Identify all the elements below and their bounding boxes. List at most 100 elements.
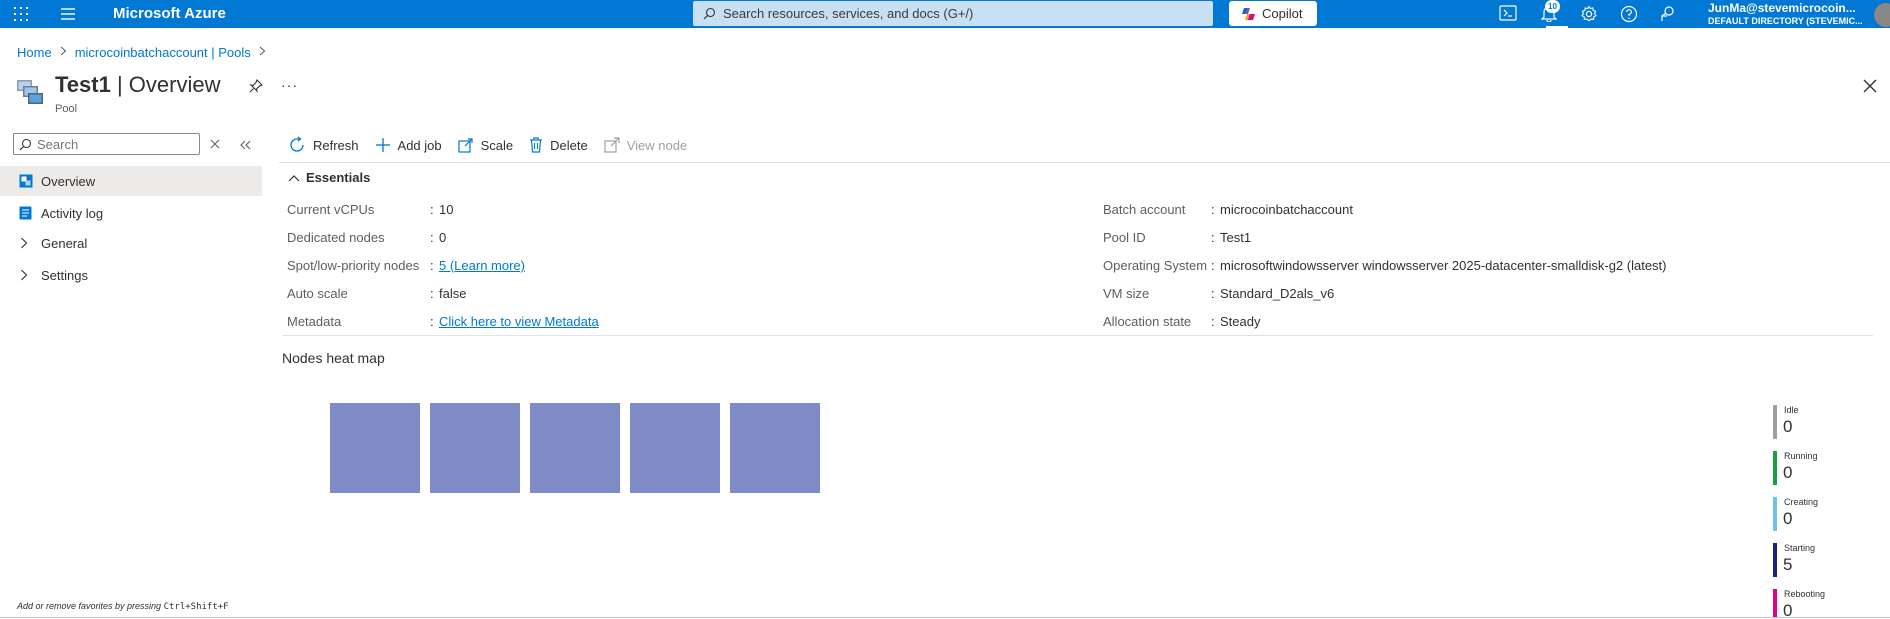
cloud-shell-icon[interactable] <box>1499 5 1519 23</box>
legend-starting: Starting 5 <box>1773 543 1863 579</box>
field-value: microcoinbatchaccount <box>1220 202 1353 217</box>
app-launcher-icon[interactable] <box>13 6 29 22</box>
clear-search-icon[interactable] <box>210 139 220 149</box>
field-value: microsoftwindowsserver windowsserver 202… <box>1220 258 1667 273</box>
more-options-icon[interactable]: ··· <box>281 77 298 93</box>
notifications-active-indicator <box>1546 26 1568 28</box>
sidebar-item-label: General <box>41 236 88 251</box>
legend-label: Idle <box>1784 405 1799 415</box>
user-directory: DEFAULT DIRECTORY (STEVEMIC... <box>1708 16 1863 26</box>
pin-icon[interactable] <box>249 79 263 93</box>
chevron-right-icon <box>21 269 28 281</box>
avatar[interactable] <box>1874 3 1890 27</box>
help-icon[interactable] <box>1620 5 1640 23</box>
delete-button[interactable]: Delete <box>529 137 588 153</box>
view-node-label: View node <box>626 137 688 153</box>
favorites-hint: Add or remove favorites by pressing Ctrl… <box>17 601 229 612</box>
sidebar-search-input[interactable] <box>37 136 195 152</box>
copilot-label: Copilot <box>1262 6 1303 21</box>
field-colon: : <box>430 286 434 301</box>
sidebar-item-general[interactable]: General <box>0 228 262 258</box>
add-job-label: Add job <box>397 137 442 153</box>
field-value: 10 <box>439 202 454 217</box>
scale-icon <box>458 138 473 153</box>
legend-count: 5 <box>1783 555 1793 574</box>
delete-trash-icon <box>530 137 543 153</box>
view-node-button[interactable]: View node <box>604 137 687 153</box>
legend-color-bar <box>1773 543 1777 577</box>
field-label: Batch account <box>1103 202 1186 217</box>
command-bar: Refresh Add job Scale Delete View node <box>288 134 703 156</box>
menu-icon[interactable] <box>60 7 76 21</box>
legend-creating: Creating 0 <box>1773 497 1863 533</box>
field-label: Current vCPUs <box>287 202 375 217</box>
essentials-heading: Essentials <box>306 170 371 185</box>
field-label: Metadata <box>287 314 342 329</box>
feedback-icon[interactable] <box>1659 5 1679 23</box>
heatmap-node-tile[interactable] <box>530 403 620 493</box>
field-colon: : <box>430 258 434 273</box>
external-link-icon <box>604 137 620 153</box>
top-bar: Microsoft Azure Search resources, servic… <box>0 0 1890 28</box>
heatmap-node-tile[interactable] <box>430 403 520 493</box>
field-label: Dedicated nodes <box>287 230 385 245</box>
breadcrumb-pools-link[interactable]: microcoinbatchaccount | Pools <box>75 45 251 60</box>
field-label: Allocation state <box>1103 314 1192 329</box>
refresh-icon <box>290 136 304 152</box>
legend-label: Starting <box>1784 543 1816 553</box>
chevron-up-icon <box>288 174 300 181</box>
scale-button[interactable]: Scale <box>458 137 514 153</box>
heatmap-node-tile[interactable] <box>630 403 720 493</box>
resource-type-subtitle: Pool <box>55 103 78 115</box>
bottom-divider <box>0 617 1890 618</box>
global-search-placeholder: Search resources, services, and docs (G+… <box>723 6 974 21</box>
legend-color-bar <box>1773 589 1777 617</box>
refresh-button[interactable]: Refresh <box>288 136 359 154</box>
search-icon <box>703 7 716 20</box>
field-label: Spot/low-priority nodes <box>287 258 420 273</box>
user-name: JunMa@stevemicrocoin... <box>1708 1 1856 15</box>
batch-pool-icon <box>17 80 43 104</box>
heatmap-title: Nodes heat map <box>282 350 385 366</box>
field-value: Test1 <box>1220 230 1252 245</box>
chevron-right-icon <box>60 46 67 59</box>
field-value: Steady <box>1220 314 1261 329</box>
chevron-right-icon <box>259 46 266 59</box>
copilot-button[interactable]: Copilot <box>1229 1 1317 26</box>
legend-rebooting: Rebooting 0 <box>1773 589 1863 617</box>
legend-color-bar <box>1773 405 1777 439</box>
sidebar-item-settings[interactable]: Settings <box>0 260 262 290</box>
field-colon: : <box>1211 286 1215 301</box>
global-search-input[interactable]: Search resources, services, and docs (G+… <box>693 1 1213 26</box>
field-label: Auto scale <box>287 286 348 301</box>
field-colon: : <box>430 230 434 245</box>
heatmap-node-tile[interactable] <box>330 403 420 493</box>
sidebar-search-field[interactable] <box>13 133 200 155</box>
legend-running: Running 0 <box>1773 451 1863 487</box>
heatmap-node-tile[interactable] <box>730 403 820 493</box>
essentials-toggle[interactable]: Essentials <box>288 170 370 185</box>
sidebar-item-activity-log[interactable]: Activity log <box>0 198 262 228</box>
close-icon[interactable] <box>1863 79 1877 93</box>
field-label: Pool ID <box>1103 230 1146 245</box>
scale-label: Scale <box>480 137 514 153</box>
field-value: 0 <box>439 230 447 245</box>
settings-gear-icon[interactable] <box>1580 5 1600 23</box>
account-menu[interactable]: JunMa@stevemicrocoin... DEFAULT DIRECTOR… <box>1708 1 1863 26</box>
delete-label: Delete <box>550 137 588 153</box>
brand-title[interactable]: Microsoft Azure <box>113 5 226 22</box>
field-label: Operating System <box>1103 258 1208 273</box>
notification-count-badge: 10 <box>1545 0 1560 13</box>
chevron-right-icon <box>21 237 28 249</box>
field-value: false <box>439 286 467 301</box>
spot-nodes-link[interactable]: 5 (Learn more) <box>439 258 525 273</box>
breadcrumb-home-link[interactable]: Home <box>17 45 52 60</box>
add-job-button[interactable]: Add job <box>375 137 442 153</box>
collapse-sidebar-icon[interactable] <box>240 140 252 150</box>
field-colon: : <box>1211 258 1215 273</box>
overview-icon <box>19 174 33 188</box>
view-metadata-link[interactable]: Click here to view Metadata <box>439 314 599 329</box>
sidebar-item-overview[interactable]: Overview <box>0 166 262 196</box>
field-label: VM size <box>1103 286 1150 301</box>
add-icon <box>375 138 390 152</box>
